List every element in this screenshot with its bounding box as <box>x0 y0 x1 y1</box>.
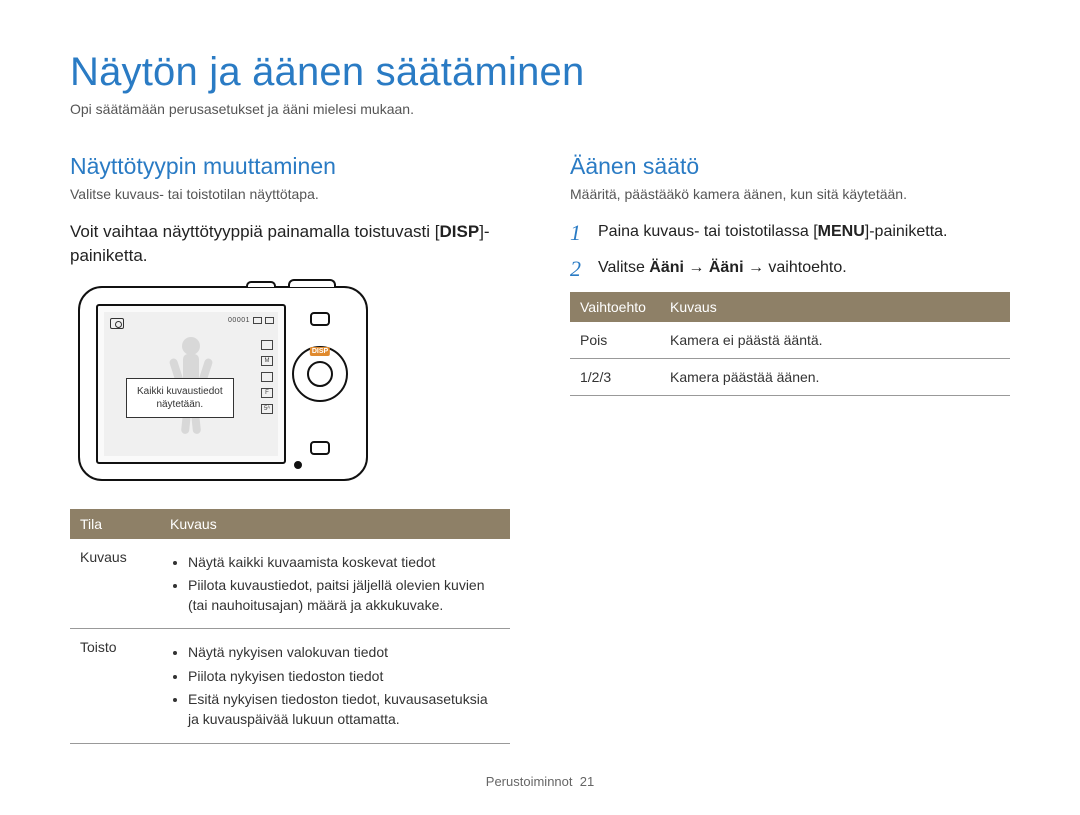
step-body: Paina kuvaus- tai toistotilassa [MENU]-p… <box>598 220 948 246</box>
display-mode-table: Tila Kuvaus Kuvaus Näytä kaikki kuvaamis… <box>70 509 510 744</box>
indicator-icon-3 <box>261 372 273 382</box>
left-column: Näyttötyypin muuttaminen Valitse kuvaus-… <box>70 153 510 744</box>
step1-post: ]-painiketta. <box>865 223 948 240</box>
step-body: Valitse Ääni → Ääni → vaihtoehto. <box>598 256 847 282</box>
step2-tail: vaihtoehto. <box>768 259 846 276</box>
right-column: Äänen säätö Määritä, päästääkö kamera ää… <box>570 153 1010 744</box>
table-row: Kuvaus Näytä kaikki kuvaamista koskevat … <box>70 539 510 629</box>
camera-illustration: 00001 M F 5ᴬ <box>78 286 368 481</box>
indicator-icon-5: 5ᴬ <box>261 404 273 414</box>
step2-arrow1: → <box>684 259 709 276</box>
step2-bold2: Ääni <box>709 259 744 276</box>
list-item: Esitä nykyisen tiedoston tiedot, kuvausa… <box>188 689 500 730</box>
instr-pre: Voit vaihtaa näyttötyyppiä painamalla to… <box>70 222 440 241</box>
step2-pre: Valitse <box>598 259 649 276</box>
option-cell: Pois <box>570 322 660 359</box>
disp-badge: DISP <box>310 347 330 356</box>
camera-top-button <box>310 312 330 326</box>
camera-dpad: DISP <box>292 346 348 402</box>
mode-cell: Kuvaus <box>70 539 160 629</box>
camera-counter: 00001 <box>228 317 250 324</box>
step1-pre: Paina kuvaus- tai toistotilassa [ <box>598 223 818 240</box>
page-subtitle: Opi säätämään perusasetukset ja ääni mie… <box>70 101 1010 117</box>
desc-cell: Kamera päästää äänen. <box>660 359 1010 396</box>
footer-page-number: 21 <box>580 774 594 789</box>
option-cell: 1/2/3 <box>570 359 660 396</box>
display-type-instruction: Voit vaihtaa näyttötyyppiä painamalla to… <box>70 220 510 268</box>
table-row: 1/2/3 Kamera päästää äänen. <box>570 359 1010 396</box>
camera-status-bar: 00001 <box>228 317 274 324</box>
list-item: Näytä kaikki kuvaamista koskevat tiedot <box>188 552 500 572</box>
table-row: Pois Kamera ei päästä ääntä. <box>570 322 1010 359</box>
step2-arrow2: → <box>744 259 769 276</box>
sound-heading: Äänen säätö <box>570 153 1010 180</box>
camera-screen-inner: 00001 M F 5ᴬ <box>104 312 278 456</box>
sound-caption: Määritä, päästääkö kamera äänen, kun sit… <box>570 186 1010 202</box>
camera-led-icon <box>294 461 302 469</box>
camera-screen: 00001 M F 5ᴬ <box>96 304 286 464</box>
list-item: Piilota nykyisen tiedoston tiedot <box>188 666 500 686</box>
camera-mode-icon <box>110 318 124 329</box>
indicator-icon-4: F <box>261 388 273 398</box>
desc-cell: Näytä nykyisen valokuvan tiedot Piilota … <box>160 629 510 743</box>
desc-cell: Näytä kaikki kuvaamista koskevat tiedot … <box>160 539 510 629</box>
desc-cell: Kamera ei päästä ääntä. <box>660 322 1010 359</box>
sd-card-icon <box>253 317 262 324</box>
th-option: Vaihtoehto <box>570 292 660 322</box>
step-number: 2 <box>570 256 588 282</box>
page-title: Näytön ja äänen säätäminen <box>70 50 1010 95</box>
page-footer: Perustoiminnot 21 <box>0 774 1080 789</box>
battery-icon <box>265 317 274 324</box>
indicator-icon-1 <box>261 340 273 350</box>
callout-line-1: Kaikki kuvaustiedot <box>137 385 223 398</box>
th-description: Kuvaus <box>660 292 1010 322</box>
list-item: Näytä nykyisen valokuvan tiedot <box>188 642 500 662</box>
display-type-caption: Valitse kuvaus- tai toistotilan näyttöta… <box>70 186 510 202</box>
callout-line-2: näytetään. <box>137 398 223 411</box>
list-item: Piilota kuvaustiedot, paitsi jäljellä ol… <box>188 575 500 616</box>
menu-key-label: MENU <box>818 223 865 240</box>
camera-bottom-button <box>310 441 330 455</box>
step-1: 1 Paina kuvaus- tai toistotilassa [MENU]… <box>570 220 1010 246</box>
screen-callout: Kaikki kuvaustiedot näytetään. <box>126 378 234 418</box>
indicator-icon-2: M <box>261 356 273 366</box>
camera-shutter-top-2 <box>246 281 276 287</box>
camera-right-indicator-stack: M F 5ᴬ <box>261 340 273 414</box>
step-2: 2 Valitse Ääni → Ääni → vaihtoehto. <box>570 256 1010 282</box>
mode-cell: Toisto <box>70 629 160 743</box>
display-type-heading: Näyttötyypin muuttaminen <box>70 153 510 180</box>
step-number: 1 <box>570 220 588 246</box>
step2-bold1: Ääni <box>649 259 684 276</box>
th-description: Kuvaus <box>160 509 510 539</box>
table-row: Toisto Näytä nykyisen valokuvan tiedot P… <box>70 629 510 743</box>
sound-options-table: Vaihtoehto Kuvaus Pois Kamera ei päästä … <box>570 292 1010 396</box>
th-mode: Tila <box>70 509 160 539</box>
camera-shutter-top <box>288 279 336 287</box>
disp-key-label: DISP <box>440 222 480 241</box>
footer-section: Perustoiminnot <box>486 774 573 789</box>
